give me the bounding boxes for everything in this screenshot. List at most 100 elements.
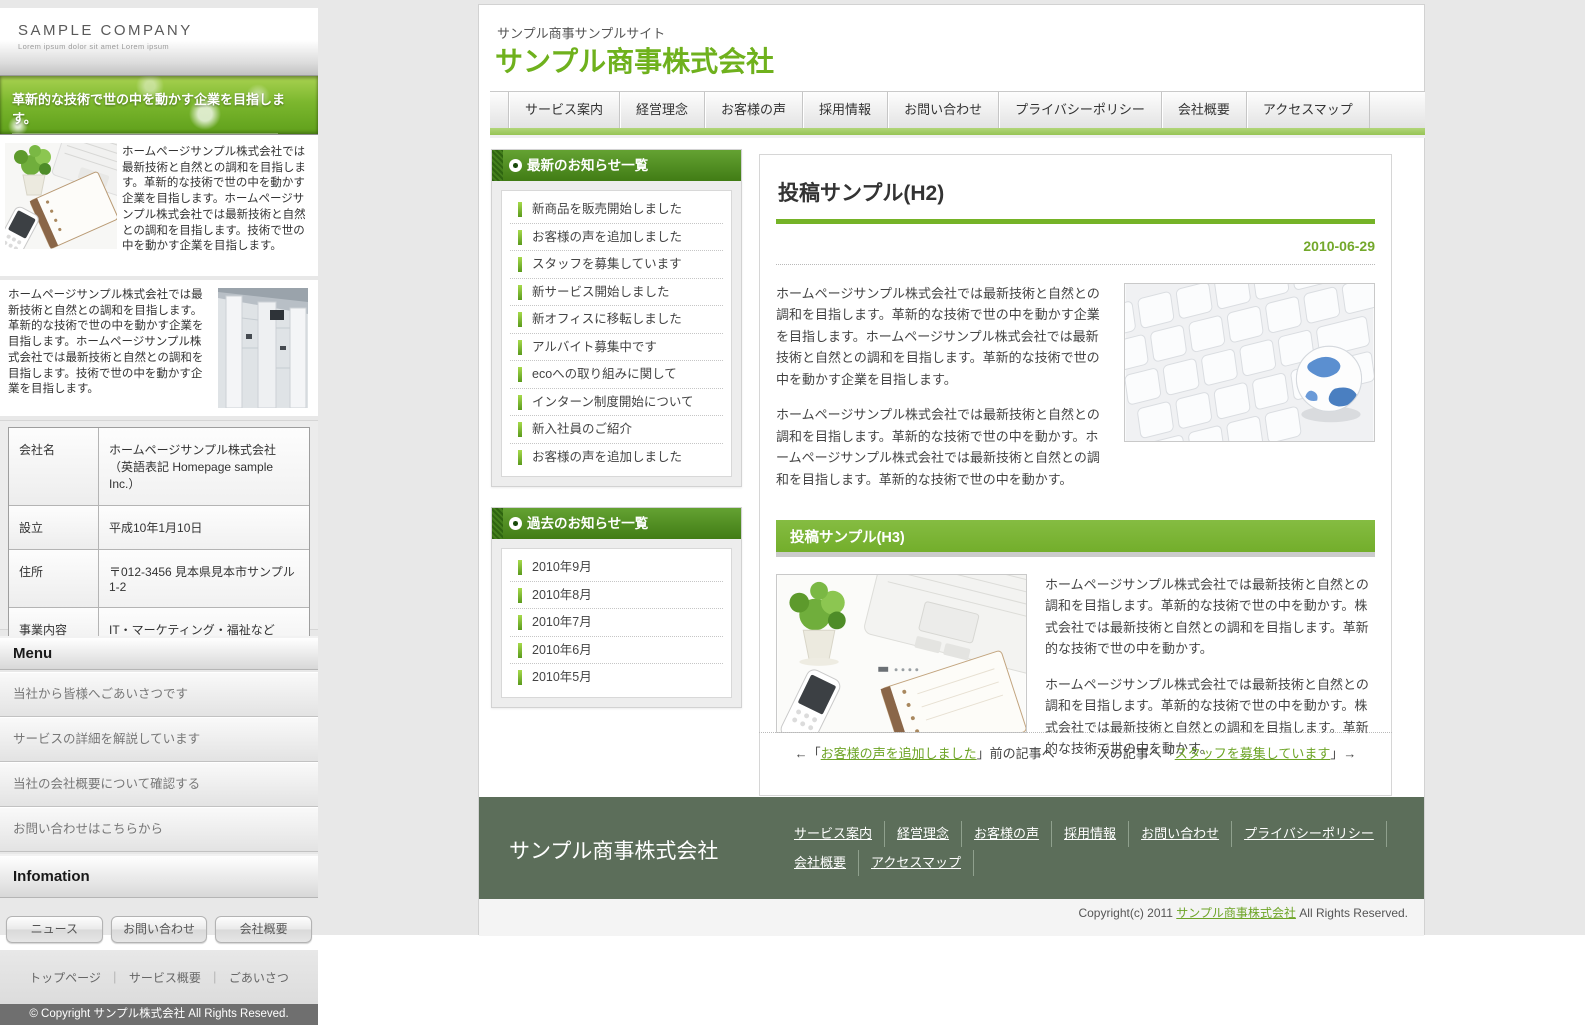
sidebar-menu-header: Menu xyxy=(0,636,318,670)
footer-link[interactable]: アクセスマップ xyxy=(859,850,974,876)
article-date: 2010-06-29 xyxy=(776,238,1375,254)
company-table-row: 住所 〒012-3456 見本県見本市サンプル1-2 xyxy=(9,550,309,608)
prev-label-pre: ←「 xyxy=(795,746,821,761)
latest-news-panel: 最新のお知らせ一覧 新商品を販売開始しました お客様の声を追加しました スタッフ… xyxy=(491,149,742,487)
logo-subtitle: Lorem ipsum dolor sit amet Lorem ipsum xyxy=(18,42,318,51)
copyright-bar: Copyright(c) 2011 サンプル商事株式会社 All Rights … xyxy=(479,899,1424,936)
nav-tab[interactable]: 採用情報 xyxy=(802,92,887,128)
company-info-table: 会社名 ホームページサンプル株式会社（英語表記 Homepage sample … xyxy=(0,420,318,630)
copyright-company-link[interactable]: サンプル商事株式会社 xyxy=(1176,906,1296,920)
company-table-row: 会社名 ホームページサンプル株式会社（英語表記 Homepage sample … xyxy=(9,428,309,506)
sidebar-bottom-links: トップページ サービス概要 ごあいさつ xyxy=(0,950,318,1004)
nav-tab[interactable]: お客様の声 xyxy=(704,92,802,128)
prev-article: ←「お客様の声を追加しました」前の記事へ xyxy=(795,746,1055,761)
nav-underline xyxy=(490,135,1425,138)
article-paragraph-1: ホームページサンプル株式会社では最新技術と自然との調和を目指します。革新的な技術… xyxy=(776,283,1106,390)
nav-tab[interactable]: プライバシーポリシー xyxy=(998,92,1161,128)
news-item[interactable]: インターン制度開始について xyxy=(510,389,723,417)
company-table-label: 住所 xyxy=(9,550,99,607)
news-item[interactable]: 新サービス開始しました xyxy=(510,279,723,307)
desk-plant-photo xyxy=(5,143,117,249)
sidebar-bottom-link[interactable]: ごあいさつ xyxy=(229,969,289,986)
sidebar-button[interactable]: ニュース xyxy=(6,916,103,943)
sidebar-info-header: Infomation xyxy=(0,854,318,898)
sidebar-copyright: © Copyright サンプル株式会社 All Rights Reseved. xyxy=(0,1004,318,1025)
copyright-post: All Rights Reserved. xyxy=(1296,906,1408,920)
company-table-row: 設立 平成10年1月10日 xyxy=(9,506,309,550)
footer-link[interactable]: 採用情報 xyxy=(1052,821,1129,847)
sidebar-intro-text-2: ホームページサンプル株式会社では最新技術と自然との調和を目指します。革新的な技術… xyxy=(8,288,212,398)
keyboard-globe-photo: Enter ↵ xyxy=(1124,283,1375,442)
prev-label-post: 」前の記事へ xyxy=(977,746,1055,761)
archive-item[interactable]: 2010年5月 xyxy=(510,664,723,692)
next-label-post: 」→ xyxy=(1330,746,1356,761)
building-interior-photo xyxy=(218,288,308,408)
company-table-value: 平成10年1月10日 xyxy=(99,506,309,549)
footer-link[interactable]: プライバシーポリシー xyxy=(1232,821,1387,847)
heading-underline xyxy=(776,219,1375,224)
nav-tab[interactable]: アクセスマップ xyxy=(1246,92,1370,128)
company-table-label: 設立 xyxy=(9,506,99,549)
footer-link[interactable]: サービス案内 xyxy=(782,821,885,847)
sidebar-menu-item[interactable]: お問い合わせはこちらから xyxy=(0,807,318,852)
sidebar-intro-section-2: ホームページサンプル株式会社では最新技術と自然との調和を目指します。革新的な技術… xyxy=(0,280,318,416)
footer-link[interactable]: 経営理念 xyxy=(885,821,962,847)
news-column: 最新のお知らせ一覧 新商品を販売開始しました お客様の声を追加しました スタッフ… xyxy=(491,149,742,728)
sidebar-bottom-link[interactable]: サービス概要 xyxy=(129,969,229,986)
article-bottom-divider xyxy=(759,732,1392,733)
archive-item[interactable]: 2010年6月 xyxy=(510,637,723,665)
archive-list: 2010年9月 2010年8月 2010年7月 2010年6月 2010年5月 xyxy=(501,548,732,698)
article-pagination: ←「お客様の声を追加しました」前の記事へ 次の記事へ「スタッフを募集しています」→ xyxy=(759,743,1392,762)
article: 投稿サンプル(H2) 2010-06-29 ホームページサンプル株式会社では最新… xyxy=(759,154,1392,796)
nav-green-strip xyxy=(490,128,1425,135)
next-label-pre: 次の記事へ「 xyxy=(1097,746,1175,761)
footer-link[interactable]: お客様の声 xyxy=(962,821,1052,847)
sidebar-buttons: ニュース お問い合わせ 会社概要 xyxy=(0,916,318,946)
main-navigation: サービス案内 経営理念 お客様の声 採用情報 お問い合わせ プライバシーポリシー… xyxy=(490,91,1425,138)
next-article-link[interactable]: スタッフを募集しています xyxy=(1175,746,1331,761)
archive-item[interactable]: 2010年9月 xyxy=(510,554,723,582)
sidebar-menu-item[interactable]: 当社の会社概要について確認する xyxy=(0,762,318,807)
archive-item[interactable]: 2010年7月 xyxy=(510,609,723,637)
article-heading: 投稿サンプル(H2) xyxy=(778,177,1375,207)
sidebar-logo: SAMPLE COMPANY Lorem ipsum dolor sit ame… xyxy=(0,8,318,75)
bullet-icon xyxy=(509,517,522,530)
article-section-1: ホームページサンプル株式会社では最新技術と自然との調和を目指します。革新的な技術… xyxy=(776,283,1375,504)
news-item[interactable]: ecoへの取り組みに関して xyxy=(510,361,723,389)
footer-link[interactable]: 会社概要 xyxy=(782,850,859,876)
news-item[interactable]: スタッフを募集しています xyxy=(510,251,723,279)
banner-heading: 革新的な技術で世の中を動かす企業を目指します。 xyxy=(0,76,318,127)
next-article: 次の記事へ「スタッフを募集しています」→ xyxy=(1097,746,1357,761)
sidebar-button[interactable]: 会社概要 xyxy=(215,916,312,943)
company-table-value: 〒012-3456 見本県見本市サンプル1-2 xyxy=(99,550,309,607)
article-subheading: 投稿サンプル(H3) xyxy=(776,520,1375,557)
article-paragraph-3: ホームページサンプル株式会社では最新技術と自然との調和を目指します。革新的な技術… xyxy=(1045,574,1375,660)
archive-item[interactable]: 2010年8月 xyxy=(510,582,723,610)
news-item[interactable]: アルバイト募集中です xyxy=(510,334,723,362)
latest-news-header: 最新のお知らせ一覧 xyxy=(492,150,741,181)
news-item[interactable]: 新入社員のご紹介 xyxy=(510,416,723,444)
footer-link[interactable]: お問い合わせ xyxy=(1129,821,1232,847)
sidebar-intro-text-1: ホームページサンプル株式会社では最新技術と自然との調和を目指します。革新的な技術… xyxy=(122,145,312,255)
nav-tab[interactable]: 会社概要 xyxy=(1161,92,1246,128)
page-footer: サンプル商事株式会社 サービス案内経営理念お客様の声採用情報お問い合わせプライバ… xyxy=(479,797,1424,899)
news-item[interactable]: 新オフィスに移転しました xyxy=(510,306,723,334)
news-item[interactable]: お客様の声を追加しました xyxy=(510,444,723,472)
sidebar-bottom-link[interactable]: トップページ xyxy=(29,969,129,986)
archive-panel: 過去のお知らせ一覧 2010年9月 2010年8月 2010年7月 2010年6… xyxy=(491,507,742,708)
news-item[interactable]: 新商品を販売開始しました xyxy=(510,196,723,224)
sidebar-menu-item[interactable]: サービスの詳細を解説しています xyxy=(0,717,318,762)
nav-tab[interactable]: お問い合わせ xyxy=(887,92,998,128)
nav-tab[interactable]: サービス案内 xyxy=(508,92,619,128)
sidebar-button[interactable]: お問い合わせ xyxy=(111,916,208,943)
news-item[interactable]: お客様の声を追加しました xyxy=(510,224,723,252)
logo-title: SAMPLE COMPANY xyxy=(18,22,318,39)
sidebar-intro-section-1: ホームページサンプル株式会社では最新技術と自然との調和を目指します。革新的な技術… xyxy=(0,135,318,276)
divider xyxy=(776,264,1375,265)
archive-header: 過去のお知らせ一覧 xyxy=(492,508,741,539)
sidebar-menu-item[interactable]: 当社から皆様へごあいさつです xyxy=(0,672,318,717)
bullet-icon xyxy=(509,159,522,172)
sidebar-menu: 当社から皆様へごあいさつです サービスの詳細を解説しています 当社の会社概要につ… xyxy=(0,672,318,852)
nav-tab[interactable]: 経営理念 xyxy=(619,92,704,128)
prev-article-link[interactable]: お客様の声を追加しました xyxy=(821,746,977,761)
